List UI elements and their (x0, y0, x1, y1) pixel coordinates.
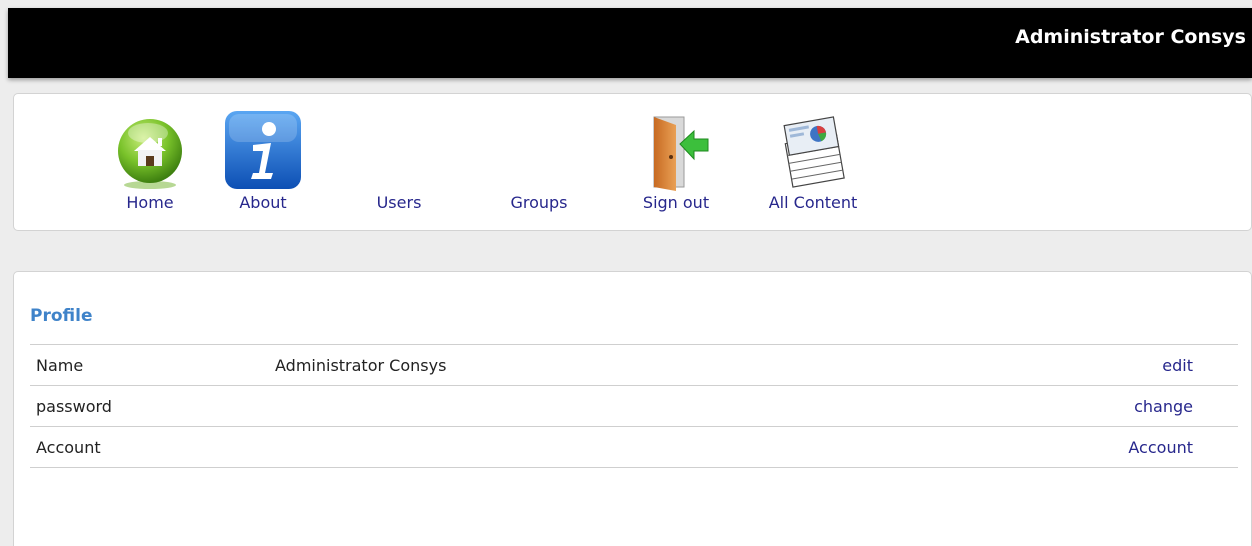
nav-item-home[interactable]: Home (90, 94, 210, 230)
nav-panel: Home About Users Groups Sign out All Con… (13, 93, 1252, 231)
profile-row-name: Name Administrator Consys edit (30, 345, 1238, 386)
info-icon (225, 111, 301, 189)
nav-label-about: About (239, 193, 287, 212)
nav-label-users: Users (376, 193, 422, 212)
profile-row-password: password change (30, 386, 1238, 427)
nav-label-all-content: All Content (768, 193, 858, 212)
edit-name-link[interactable]: edit (1162, 356, 1193, 375)
current-user-name: Administrator Consys (1015, 26, 1246, 48)
change-password-link[interactable]: change (1134, 397, 1193, 416)
nav-item-sign-out[interactable]: Sign out (626, 94, 726, 230)
nav-label-groups: Groups (510, 193, 568, 212)
profile-key: Account (36, 438, 101, 457)
sign-out-icon (653, 116, 709, 191)
nav-label-sign-out: Sign out (642, 193, 710, 212)
nav-label-home: Home (126, 193, 174, 212)
account-link[interactable]: Account (1128, 438, 1193, 457)
documents-icon (783, 116, 845, 188)
nav-item-users[interactable]: Users (349, 94, 449, 230)
page: Administrator Consys Home About Users Gr… (0, 0, 1252, 546)
profile-title: Profile (30, 306, 93, 326)
profile-table: Name Administrator Consys edit password … (30, 344, 1238, 468)
profile-key: password (36, 397, 112, 416)
profile-panel: Profile Name Administrator Consys edit p… (13, 271, 1252, 546)
nav-item-groups[interactable]: Groups (489, 94, 589, 230)
home-icon (118, 119, 182, 189)
top-bar: Administrator Consys (8, 8, 1252, 78)
nav-item-all-content[interactable]: All Content (753, 94, 873, 230)
profile-key: Name (36, 356, 84, 375)
profile-row-account: Account Account (30, 427, 1238, 468)
nav-item-about[interactable]: About (213, 94, 313, 230)
profile-value: Administrator Consys (275, 356, 447, 375)
